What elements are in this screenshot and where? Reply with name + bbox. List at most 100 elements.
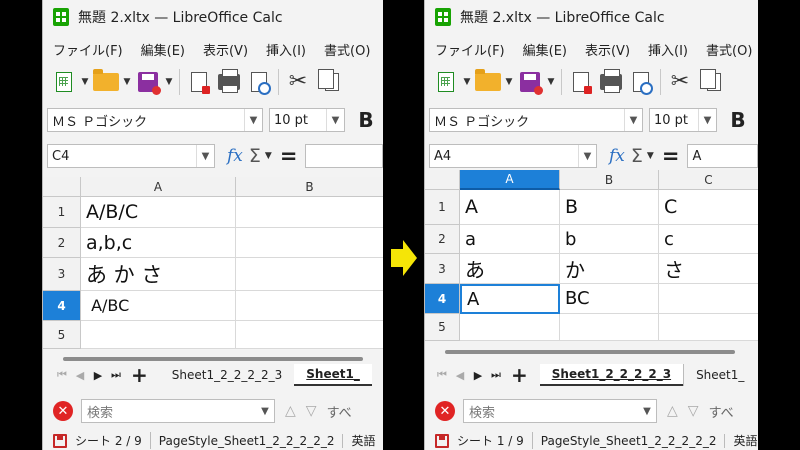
cell-b3[interactable]: か (560, 254, 659, 284)
print-button[interactable] (214, 67, 244, 97)
cell-c2[interactable]: c (659, 225, 758, 254)
row-header-1[interactable]: 1 (425, 190, 460, 225)
save-button[interactable] (133, 67, 163, 97)
find-all-button[interactable]: すべ (327, 402, 352, 421)
find-previous-icon[interactable]: △ (285, 403, 296, 419)
column-header-c[interactable]: C (659, 170, 758, 190)
search-input[interactable]: 検索 ▼ (463, 399, 657, 423)
font-size-box[interactable]: 10 pt ▼ (269, 108, 345, 132)
next-sheet-icon[interactable]: ▶ (89, 369, 107, 382)
chevron-down-icon[interactable]: ▼ (624, 109, 642, 131)
sheet-tab[interactable]: Sheet1_2_2_2_2_3 (160, 364, 295, 386)
chevron-down-icon[interactable]: ▼ (326, 109, 344, 131)
find-next-icon[interactable]: ▽ (306, 403, 317, 419)
formula-icon[interactable]: = (280, 144, 298, 168)
row-header-3[interactable]: 3 (425, 254, 460, 284)
menu-insert[interactable]: 挿入(I) (639, 40, 697, 59)
cell-b4[interactable] (236, 291, 383, 321)
find-previous-icon[interactable]: △ (667, 403, 678, 419)
menu-edit[interactable]: 編集(E) (132, 40, 194, 59)
cell-c4[interactable] (659, 284, 758, 314)
cell-b3[interactable] (236, 258, 383, 291)
cell-a5[interactable] (81, 321, 236, 349)
chevron-down-icon[interactable]: ▼ (698, 109, 716, 131)
horizontal-scrollbar[interactable] (445, 350, 735, 354)
cell-a2[interactable]: a (460, 225, 560, 254)
chevron-down-icon[interactable]: ▼ (578, 145, 596, 167)
print-preview-button[interactable] (244, 67, 274, 97)
formula-input[interactable]: A (687, 144, 758, 168)
search-input[interactable]: 検索 ▼ (81, 399, 275, 423)
row-header-4[interactable]: 4 (43, 291, 81, 321)
find-all-button[interactable]: すべ (709, 402, 734, 421)
font-name-box[interactable]: ＭＳ Ｐゴシック ▼ (47, 108, 263, 132)
save-dropdown[interactable]: ▼ (163, 67, 175, 97)
cell-c5[interactable] (659, 314, 758, 341)
menu-format[interactable]: 書式(O) (697, 40, 758, 59)
column-header-a[interactable]: A (81, 177, 236, 197)
cell-a1[interactable]: A (460, 190, 560, 225)
cell-a3[interactable]: あ か さ (81, 258, 236, 291)
menu-view[interactable]: 表示(V) (576, 40, 639, 59)
open-dropdown[interactable]: ▼ (121, 67, 133, 97)
cell-b1[interactable] (236, 197, 383, 228)
row-header-2[interactable]: 2 (425, 225, 460, 254)
name-box[interactable]: C4 ▼ (47, 144, 215, 168)
new-dropdown[interactable]: ▼ (461, 67, 473, 97)
row-header-2[interactable]: 2 (43, 228, 81, 258)
column-header-a[interactable]: A (460, 170, 560, 190)
add-sheet-icon[interactable]: + (131, 363, 148, 387)
print-preview-button[interactable] (626, 67, 656, 97)
cell-a4[interactable]: A/BC (81, 291, 236, 321)
font-size-box[interactable]: 10 pt ▼ (649, 108, 717, 132)
print-button[interactable] (596, 67, 626, 97)
last-sheet-icon[interactable]: ⏭ (487, 368, 505, 382)
select-all-corner[interactable] (43, 177, 81, 197)
chevron-down-icon[interactable]: ▼ (196, 145, 214, 167)
next-sheet-icon[interactable]: ▶ (469, 369, 487, 382)
open-dropdown[interactable]: ▼ (503, 67, 515, 97)
prev-sheet-icon[interactable]: ◀ (451, 369, 469, 382)
first-sheet-icon[interactable]: ⏮ (53, 368, 71, 382)
bold-button[interactable]: B (725, 107, 751, 133)
cell-b5[interactable] (560, 314, 659, 341)
new-dropdown[interactable]: ▼ (79, 67, 91, 97)
menu-file[interactable]: ファイル(F) (43, 40, 132, 59)
sum-icon[interactable]: Σ (631, 145, 643, 167)
cell-b2[interactable] (236, 228, 383, 258)
sheet-tab[interactable]: Sheet1_ (683, 364, 756, 386)
chevron-down-icon[interactable]: ▼ (244, 109, 262, 131)
menu-edit[interactable]: 編集(E) (514, 40, 576, 59)
cell-a4[interactable]: A (460, 284, 560, 314)
cell-a5[interactable] (460, 314, 560, 341)
export-pdf-button[interactable] (566, 67, 596, 97)
close-find-icon[interactable]: ✕ (53, 401, 73, 421)
sheet-tab-active[interactable]: Sheet1_ (294, 364, 372, 386)
cut-button[interactable]: ✂ (665, 67, 695, 97)
select-all-corner[interactable] (425, 170, 460, 190)
row-header-5[interactable]: 5 (425, 314, 460, 341)
chevron-down-icon[interactable]: ▼ (638, 400, 656, 422)
new-button[interactable] (431, 67, 461, 97)
save-dropdown[interactable]: ▼ (545, 67, 557, 97)
font-name-box[interactable]: ＭＳ Ｐゴシック ▼ (429, 108, 643, 132)
cell-b2[interactable]: b (560, 225, 659, 254)
open-button[interactable] (473, 67, 503, 97)
document-modified-icon[interactable] (53, 433, 67, 448)
row-header-3[interactable]: 3 (43, 258, 81, 291)
cell-a3[interactable]: あ (460, 254, 560, 284)
name-box[interactable]: A4 ▼ (429, 144, 597, 168)
menu-insert[interactable]: 挿入(I) (257, 40, 315, 59)
find-next-icon[interactable]: ▽ (688, 403, 699, 419)
page-style[interactable]: PageStyle_Sheet1_2_2_2_2_2 (533, 433, 726, 448)
export-pdf-button[interactable] (184, 67, 214, 97)
column-header-b[interactable]: B (560, 170, 659, 190)
new-button[interactable] (49, 67, 79, 97)
sum-dropdown[interactable]: ▼ (265, 151, 272, 161)
language[interactable]: 英語 (725, 432, 758, 449)
sum-icon[interactable]: Σ (249, 145, 261, 167)
last-sheet-icon[interactable]: ⏭ (107, 368, 125, 382)
prev-sheet-icon[interactable]: ◀ (71, 369, 89, 382)
chevron-down-icon[interactable]: ▼ (256, 400, 274, 422)
save-button[interactable] (515, 67, 545, 97)
